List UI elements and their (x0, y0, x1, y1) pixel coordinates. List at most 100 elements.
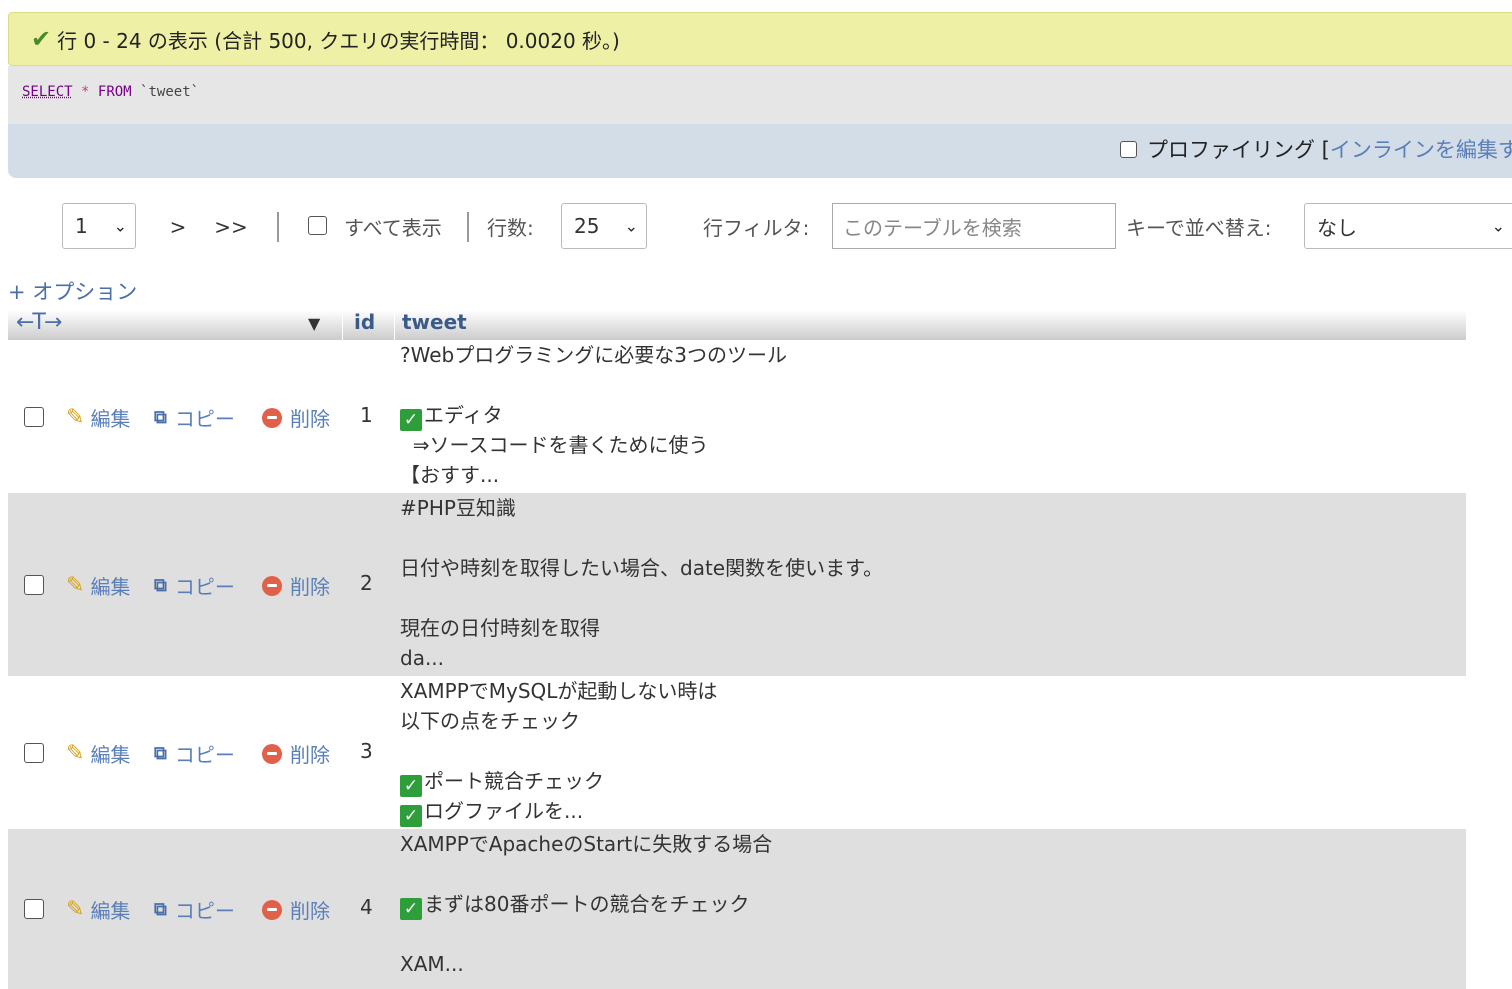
tweet-line: ✓ まずは80番ポートの競合をチェック (400, 889, 772, 920)
tweet-cell: #PHP豆知識日付や時刻を取得したい場合、date関数を使います。 現在の日付時刻… (400, 493, 883, 673)
tweet-line: ?Webプログラミングに必要な3つのツール (400, 340, 787, 370)
profiling-option: プロファイリング [ インラインを編集す (1120, 134, 1512, 164)
delete-button-label: 削除 (290, 743, 330, 767)
row-select-checkbox[interactable] (24, 899, 44, 919)
tweet-line: 以下の点をチェック (400, 706, 717, 736)
rows-label: 行数: (487, 216, 534, 240)
copy-button-label: コピー (174, 899, 235, 923)
row-select-checkbox[interactable] (24, 743, 44, 763)
pencil-icon: ✎ (66, 897, 85, 922)
delete-icon (262, 743, 282, 764)
sql-star: * (81, 84, 90, 100)
sort-down-icon[interactable]: ▼ (308, 314, 320, 333)
tweet-line: ✓ ログファイルを... (400, 796, 717, 827)
rows-select-value: 25 (574, 214, 600, 238)
edit-button[interactable]: ✎ 編集 (66, 403, 130, 432)
row-filter-placeholder: このテーブルを検索 (843, 215, 1022, 240)
inline-edit-link[interactable]: インラインを編集す (1330, 134, 1512, 164)
sort-by-key-label: キーで並べ替え: (1126, 216, 1272, 240)
last-page-button[interactable]: >> (202, 203, 260, 251)
copy-button[interactable]: ⧉ コピー (154, 571, 235, 600)
copy-button[interactable]: ⧉ コピー (154, 739, 235, 768)
edit-button-label: 編集 (90, 743, 131, 767)
row-filter-input[interactable]: このテーブルを検索 (832, 203, 1116, 249)
sql-tools-bar: プロファイリング [ インラインを編集す (8, 124, 1512, 178)
tweet-line: 日付や時刻を取得したい場合、date関数を使います。 (400, 553, 883, 583)
tweet-line: XAM... (400, 949, 772, 979)
row-id: 3 (360, 739, 373, 763)
checkmark-icon: ✔ (31, 25, 52, 53)
chevron-down-icon: ⌄ (113, 216, 127, 236)
tweet-line-text: まずは80番ポートの競合をチェック (424, 892, 750, 916)
sql-from-keyword: FROM (97, 84, 132, 100)
green-check-icon: ✓ (400, 805, 422, 827)
divider (277, 212, 279, 242)
green-check-icon: ✓ (400, 775, 422, 797)
copy-icon: ⧉ (154, 407, 167, 428)
chevron-down-icon: ⌄ (624, 216, 638, 236)
sql-select-keyword[interactable]: SELECT (22, 84, 73, 100)
tweet-cell: XAMPPでApacheのStartに失敗する場合 ✓ まずは80番ポートの競合をチ… (400, 829, 772, 979)
column-header-id[interactable]: id (354, 310, 375, 334)
delete-button[interactable]: 削除 (262, 403, 330, 432)
tweet-cell: ?Webプログラミングに必要な3つのツール ✓ エディタ ⇒ソースコードを書くために… (400, 340, 787, 490)
profiling-checkbox[interactable] (1120, 140, 1137, 158)
row-select-checkbox[interactable] (24, 407, 44, 427)
edit-button-label: 編集 (90, 899, 131, 923)
next-page-button[interactable]: > (156, 203, 200, 251)
tweet-cell: XAMPPでMySQLが起動しない時は以下の点をチェック ✓ ポート競合チェック ✓ ロ… (400, 676, 717, 827)
delete-icon (262, 575, 282, 596)
tweet-line: da... (400, 643, 883, 673)
delete-button[interactable]: 削除 (262, 895, 330, 924)
tweet-line (400, 859, 772, 889)
tweet-line: 【おすす... (400, 460, 787, 490)
tweet-line-text: XAM... (400, 952, 464, 976)
edit-button[interactable]: ✎ 編集 (66, 739, 130, 768)
chevron-down-icon: ⌄ (1491, 216, 1505, 236)
delete-button[interactable]: 削除 (262, 739, 330, 768)
tweet-line: ⇒ソースコードを書くために使う (400, 430, 787, 460)
sort-by-key-value: なし (1317, 215, 1357, 240)
options-toggle[interactable]: + オプション (8, 276, 137, 306)
edit-button[interactable]: ✎ 編集 (66, 571, 130, 600)
show-all-checkbox[interactable] (308, 216, 327, 235)
column-arrows-toggle[interactable]: ←T→ (16, 310, 62, 335)
tweet-line: 現在の日付時刻を取得 (400, 613, 883, 643)
table-navigation: 1 ⌄ > >> すべて表示 行数: 25 ⌄ 行フィルタ: このテーブルを検索… (0, 203, 1512, 251)
rows-select[interactable]: 25 ⌄ (561, 203, 647, 249)
pencil-icon: ✎ (66, 741, 85, 766)
copy-icon: ⧉ (154, 743, 167, 764)
row-select-checkbox[interactable] (24, 575, 44, 595)
tweet-line: XAMPPでMySQLが起動しない時は (400, 676, 717, 706)
delete-button[interactable]: 削除 (262, 571, 330, 600)
delete-button-label: 削除 (290, 575, 330, 599)
tweet-line-text: XAMPPでMySQLが起動しない時は (400, 679, 718, 703)
copy-icon: ⧉ (154, 575, 167, 596)
show-all-label: すべて表示 (344, 216, 442, 240)
table-row: ✎ 編集 ⧉ コピー 削除 1 ?Webプログラミングに必要な3つのツール ✓ エディタ ⇒ソー… (8, 340, 1466, 493)
tweet-line (400, 523, 883, 553)
copy-icon: ⧉ (154, 899, 167, 920)
tweet-line-text: #PHP豆知識 (400, 496, 516, 520)
column-header-tweet[interactable]: tweet (402, 310, 467, 334)
tweet-line (400, 370, 787, 400)
tweet-line-text: エディタ (424, 403, 503, 427)
next-page-label: > (169, 215, 187, 239)
row-id: 2 (360, 571, 373, 595)
page-select-value: 1 (75, 214, 88, 238)
table-row: ✎ 編集 ⧉ コピー 削除 4 XAMPPでApacheのStartに失敗する場合 ✓ まずは8… (8, 829, 1466, 989)
edit-button[interactable]: ✎ 編集 (66, 895, 130, 924)
copy-button[interactable]: ⧉ コピー (154, 403, 235, 432)
copy-button-label: コピー (174, 743, 235, 767)
edit-button-label: 編集 (90, 407, 131, 431)
tweet-line-text: ポート競合チェック (424, 769, 604, 793)
tweet-line: #PHP豆知識 (400, 493, 883, 523)
tweet-line (400, 736, 717, 766)
sort-by-key-select[interactable]: なし ⌄ (1304, 203, 1512, 249)
copy-button-label: コピー (174, 407, 235, 431)
page-select[interactable]: 1 ⌄ (62, 203, 136, 249)
edit-button-label: 編集 (90, 575, 131, 599)
pencil-icon: ✎ (66, 405, 85, 430)
tweet-line (400, 583, 883, 613)
copy-button[interactable]: ⧉ コピー (154, 895, 235, 924)
